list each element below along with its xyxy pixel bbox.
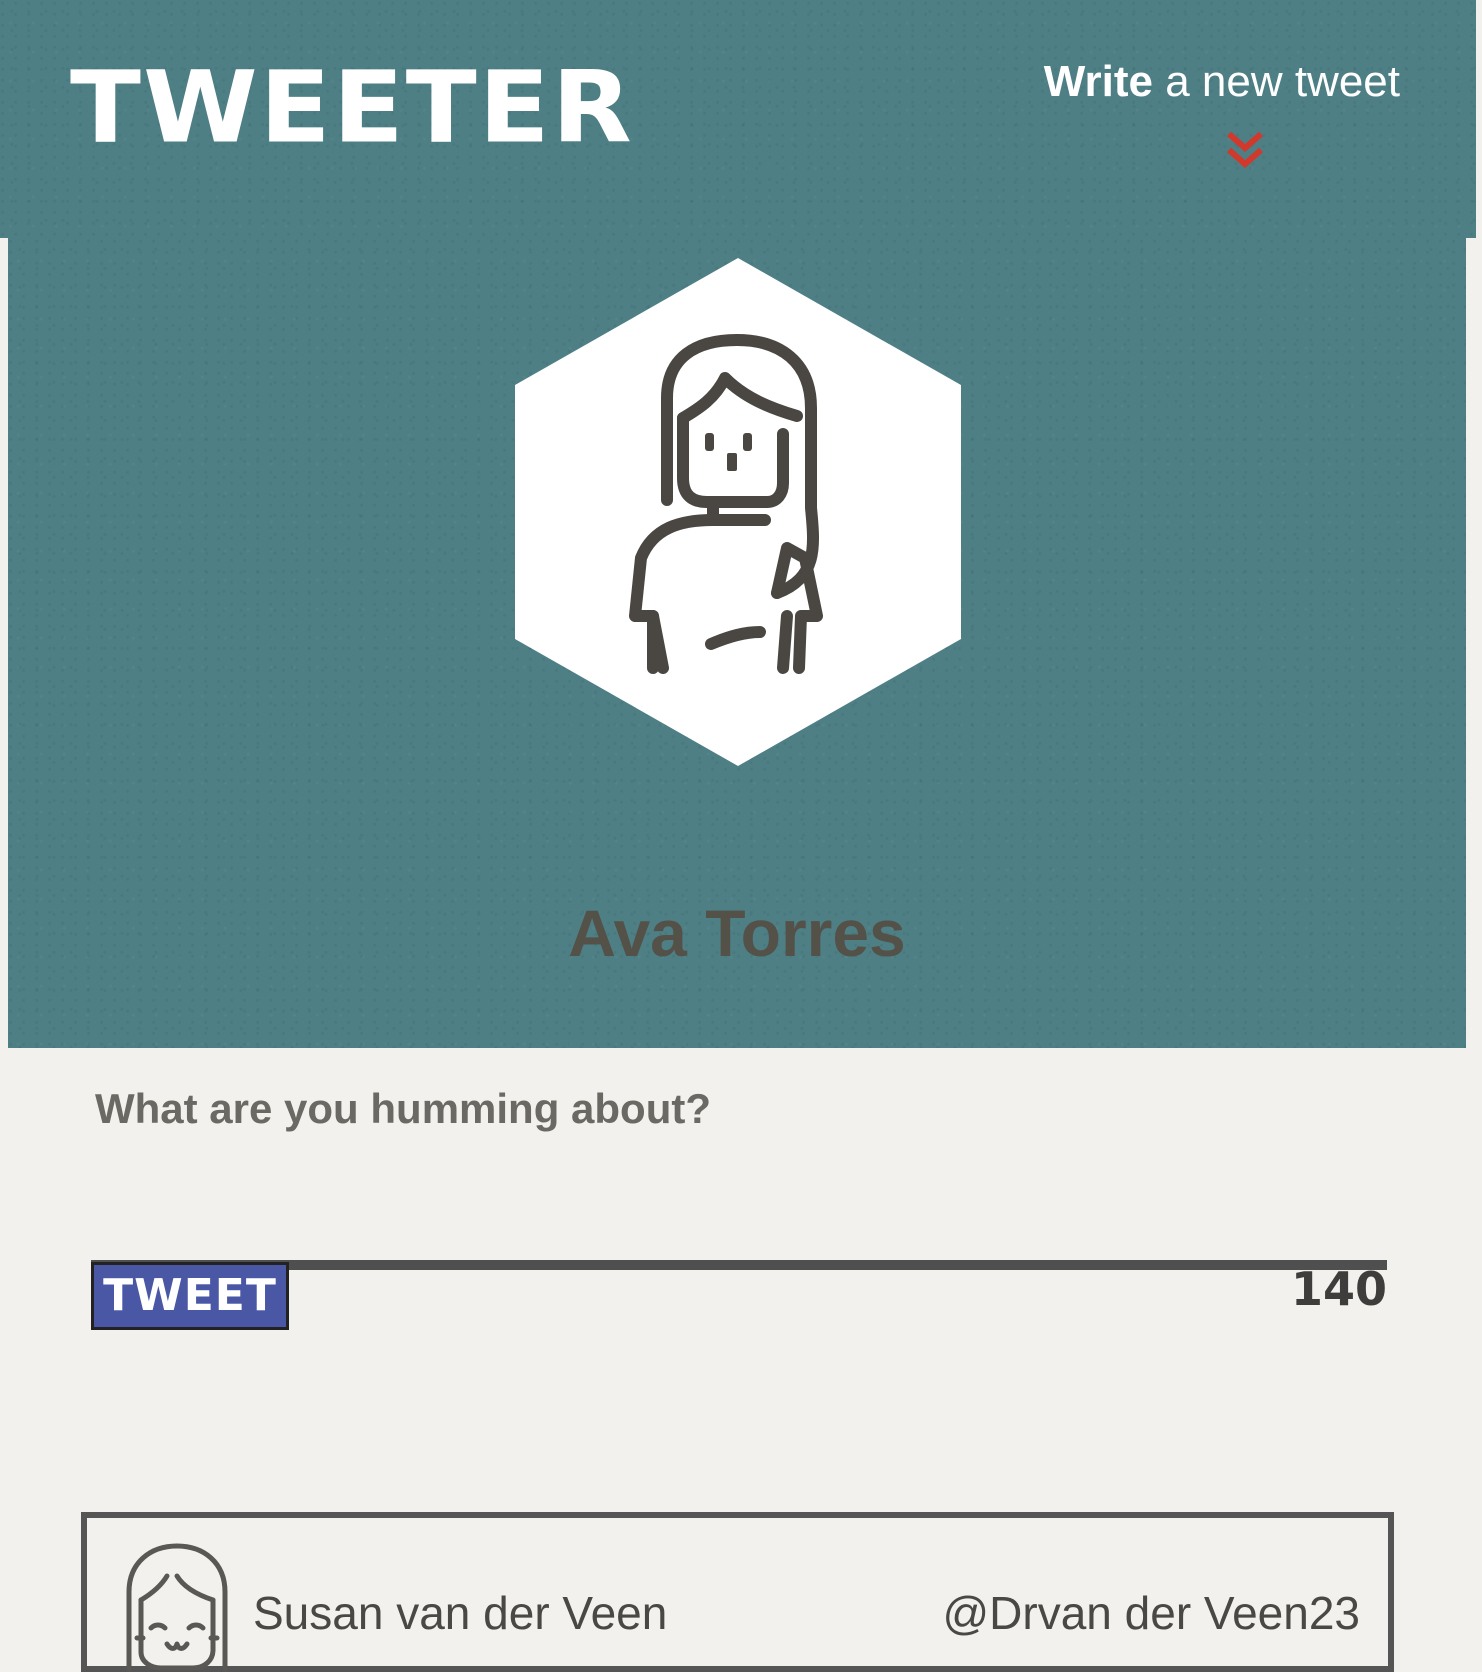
tweet-textarea[interactable] — [91, 1140, 1387, 1270]
top-navbar: TWEETER Write a new tweet — [0, 0, 1476, 238]
compose-toggle-strong: Write — [1043, 57, 1153, 106]
profile-banner: Ava Torres — [8, 238, 1466, 1048]
compose-toggle-rest: a new tweet — [1152, 57, 1400, 106]
tweet-card: Susan van der Veen @Drvan der Veen23 — [81, 1512, 1394, 1672]
tweet-author-name: Susan van der Veen — [253, 1587, 668, 1639]
write-new-tweet-toggle[interactable]: Write a new tweet — [980, 60, 1400, 168]
smiling-face-avatar-icon — [126, 1543, 228, 1672]
tweet-author-handle: @Drvan der Veen23 — [942, 1587, 1360, 1639]
tweet-submit-button[interactable]: TWEET — [91, 1262, 289, 1330]
woman-avatar-icon — [515, 258, 961, 766]
compose-toggle-label[interactable]: Write a new tweet — [980, 60, 1400, 104]
profile-name: Ava Torres — [568, 896, 906, 970]
double-chevron-down-icon[interactable] — [1225, 130, 1265, 170]
character-counter: 140 — [1290, 1262, 1387, 1316]
brand-logo[interactable]: TWEETER — [70, 58, 634, 157]
tweet-prompt-label: What are you humming about? — [95, 1085, 711, 1132]
